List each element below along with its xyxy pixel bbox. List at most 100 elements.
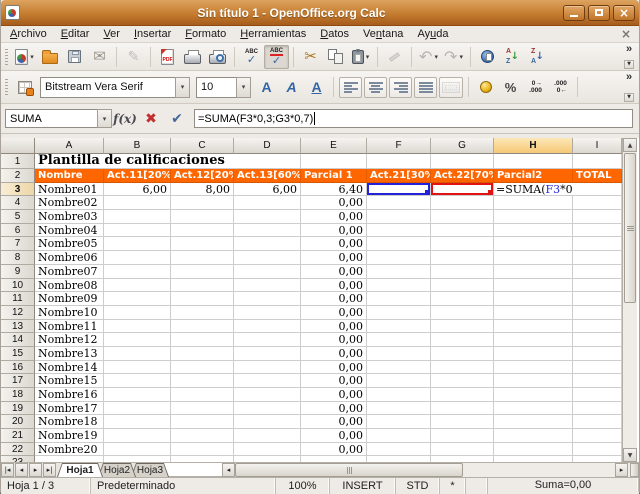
cell-C21[interactable] — [171, 429, 234, 443]
save-button[interactable] — [62, 45, 87, 69]
menu-insertar[interactable]: Insertar — [127, 27, 178, 41]
font-name-dropdown-icon[interactable]: ▾ — [175, 77, 190, 98]
cell-G21[interactable] — [431, 429, 494, 443]
cell-I17[interactable] — [573, 374, 622, 388]
cell-B13[interactable] — [104, 320, 171, 334]
row-header-11[interactable]: 11 — [1, 292, 35, 306]
cell-I13[interactable] — [573, 320, 622, 334]
cell-I4[interactable] — [573, 196, 622, 210]
cell-H7[interactable] — [494, 237, 573, 251]
cell-D10[interactable] — [234, 279, 301, 293]
cell-H16[interactable] — [494, 361, 573, 375]
column-header-B[interactable]: B — [104, 138, 171, 154]
cell-F6[interactable] — [367, 224, 431, 238]
delete-decimal-button[interactable]: .0000← — [548, 75, 573, 99]
cell-D4[interactable] — [234, 196, 301, 210]
cell-B3[interactable]: 6,00 — [104, 183, 171, 197]
cell-E7[interactable]: 0,00 — [301, 237, 367, 251]
cell-G9[interactable] — [431, 265, 494, 279]
row-header-19[interactable]: 19 — [1, 402, 35, 416]
cell-H3[interactable]: =SUMA(F3*0,3;G3*0,7) — [494, 183, 573, 197]
cell-G19[interactable] — [431, 402, 494, 416]
font-size-combobox[interactable]: 10 ▾ — [196, 77, 251, 98]
row-header-23[interactable]: 23 — [1, 456, 35, 462]
font-name-combobox[interactable]: Bitstream Vera Serif ▾ — [40, 77, 190, 98]
dropdown-caret-icon[interactable]: ▾ — [459, 53, 463, 61]
cell-C10[interactable] — [171, 279, 234, 293]
open-button[interactable] — [37, 45, 62, 69]
cell-D2[interactable]: Act.13[60%] — [234, 169, 301, 183]
cell-C5[interactable] — [171, 210, 234, 224]
cell-G20[interactable] — [431, 415, 494, 429]
cell-F22[interactable] — [367, 443, 431, 457]
cell-B2[interactable]: Act.11[20%] — [104, 169, 171, 183]
cell-B9[interactable] — [104, 265, 171, 279]
cell-E11[interactable]: 0,00 — [301, 292, 367, 306]
cancel-button[interactable]: ✖ — [138, 108, 164, 130]
cell-F23[interactable] — [367, 456, 431, 462]
row-header-15[interactable]: 15 — [1, 347, 35, 361]
row-header-18[interactable]: 18 — [1, 388, 35, 402]
toolbar-scroll-down-icon[interactable]: ▼ — [624, 60, 634, 69]
cell-H9[interactable] — [494, 265, 573, 279]
cell-F5[interactable] — [367, 210, 431, 224]
column-header-E[interactable]: E — [301, 138, 367, 154]
cell-A8[interactable]: Nombre06 — [35, 251, 104, 265]
scroll-up-icon[interactable]: ▲ — [623, 138, 637, 152]
column-header-F[interactable]: F — [367, 138, 431, 154]
minimize-button[interactable] — [563, 5, 585, 21]
cell-H22[interactable] — [494, 443, 573, 457]
cell-F15[interactable] — [367, 347, 431, 361]
cell-E6[interactable]: 0,00 — [301, 224, 367, 238]
cell-B7[interactable] — [104, 237, 171, 251]
cell-I1[interactable] — [573, 154, 622, 169]
cell-C7[interactable] — [171, 237, 234, 251]
cell-H23[interactable] — [494, 456, 573, 462]
cell-C14[interactable] — [171, 333, 234, 347]
row-header-7[interactable]: 7 — [1, 237, 35, 251]
column-header-C[interactable]: C — [171, 138, 234, 154]
menu-ventana[interactable]: Ventana — [356, 27, 410, 41]
cell-H11[interactable] — [494, 292, 573, 306]
cell-H13[interactable] — [494, 320, 573, 334]
grid-body[interactable]: 1Plantilla de calificaciones2NombreAct.1… — [1, 154, 622, 462]
cell-H20[interactable] — [494, 415, 573, 429]
autospellcheck-button[interactable]: ABC✓ — [264, 45, 289, 69]
toolbar-scroll-down-icon[interactable]: ▼ — [624, 93, 634, 102]
cell-B23[interactable] — [104, 456, 171, 462]
horizontal-scrollbar[interactable]: ◂ ▸ — [222, 463, 639, 477]
cell-G12[interactable] — [431, 306, 494, 320]
font-name-value[interactable]: Bitstream Vera Serif — [40, 77, 175, 98]
cell-F19[interactable] — [367, 402, 431, 416]
cell-B19[interactable] — [104, 402, 171, 416]
cell-H10[interactable] — [494, 279, 573, 293]
vertical-scrollbar-track[interactable] — [623, 152, 637, 448]
cell-I10[interactable] — [573, 279, 622, 293]
cell-H5[interactable] — [494, 210, 573, 224]
row-header-1[interactable]: 1 — [1, 154, 35, 169]
scroll-left-icon[interactable]: ◂ — [222, 463, 235, 477]
cell-B11[interactable] — [104, 292, 171, 306]
cell-I21[interactable] — [573, 429, 622, 443]
menu-datos[interactable]: Datos — [313, 27, 356, 41]
cell-B17[interactable] — [104, 374, 171, 388]
toolbar-overflow[interactable]: » ▼ — [621, 71, 637, 103]
cell-I22[interactable] — [573, 443, 622, 457]
cell-D5[interactable] — [234, 210, 301, 224]
cell-F2[interactable]: Act.21[30%] — [367, 169, 431, 183]
add-decimal-button[interactable]: 0→.000 — [523, 75, 548, 99]
cell-F3[interactable] — [367, 183, 431, 197]
cell-A18[interactable]: Nombre16 — [35, 388, 104, 402]
cell-H14[interactable] — [494, 333, 573, 347]
column-header-I[interactable]: I — [573, 138, 622, 154]
cell-G2[interactable]: Act.22[70%] — [431, 169, 494, 183]
cell-C13[interactable] — [171, 320, 234, 334]
toolbar-overflow[interactable]: » ▼ — [621, 43, 637, 70]
sort-ascending-button[interactable]: A↓Z — [500, 45, 525, 69]
cell-G8[interactable] — [431, 251, 494, 265]
cell-E9[interactable]: 0,00 — [301, 265, 367, 279]
cell-B4[interactable] — [104, 196, 171, 210]
row-header-5[interactable]: 5 — [1, 210, 35, 224]
cell-A13[interactable]: Nombre11 — [35, 320, 104, 334]
cell-A1-title[interactable]: Plantilla de calificaciones — [35, 154, 301, 169]
